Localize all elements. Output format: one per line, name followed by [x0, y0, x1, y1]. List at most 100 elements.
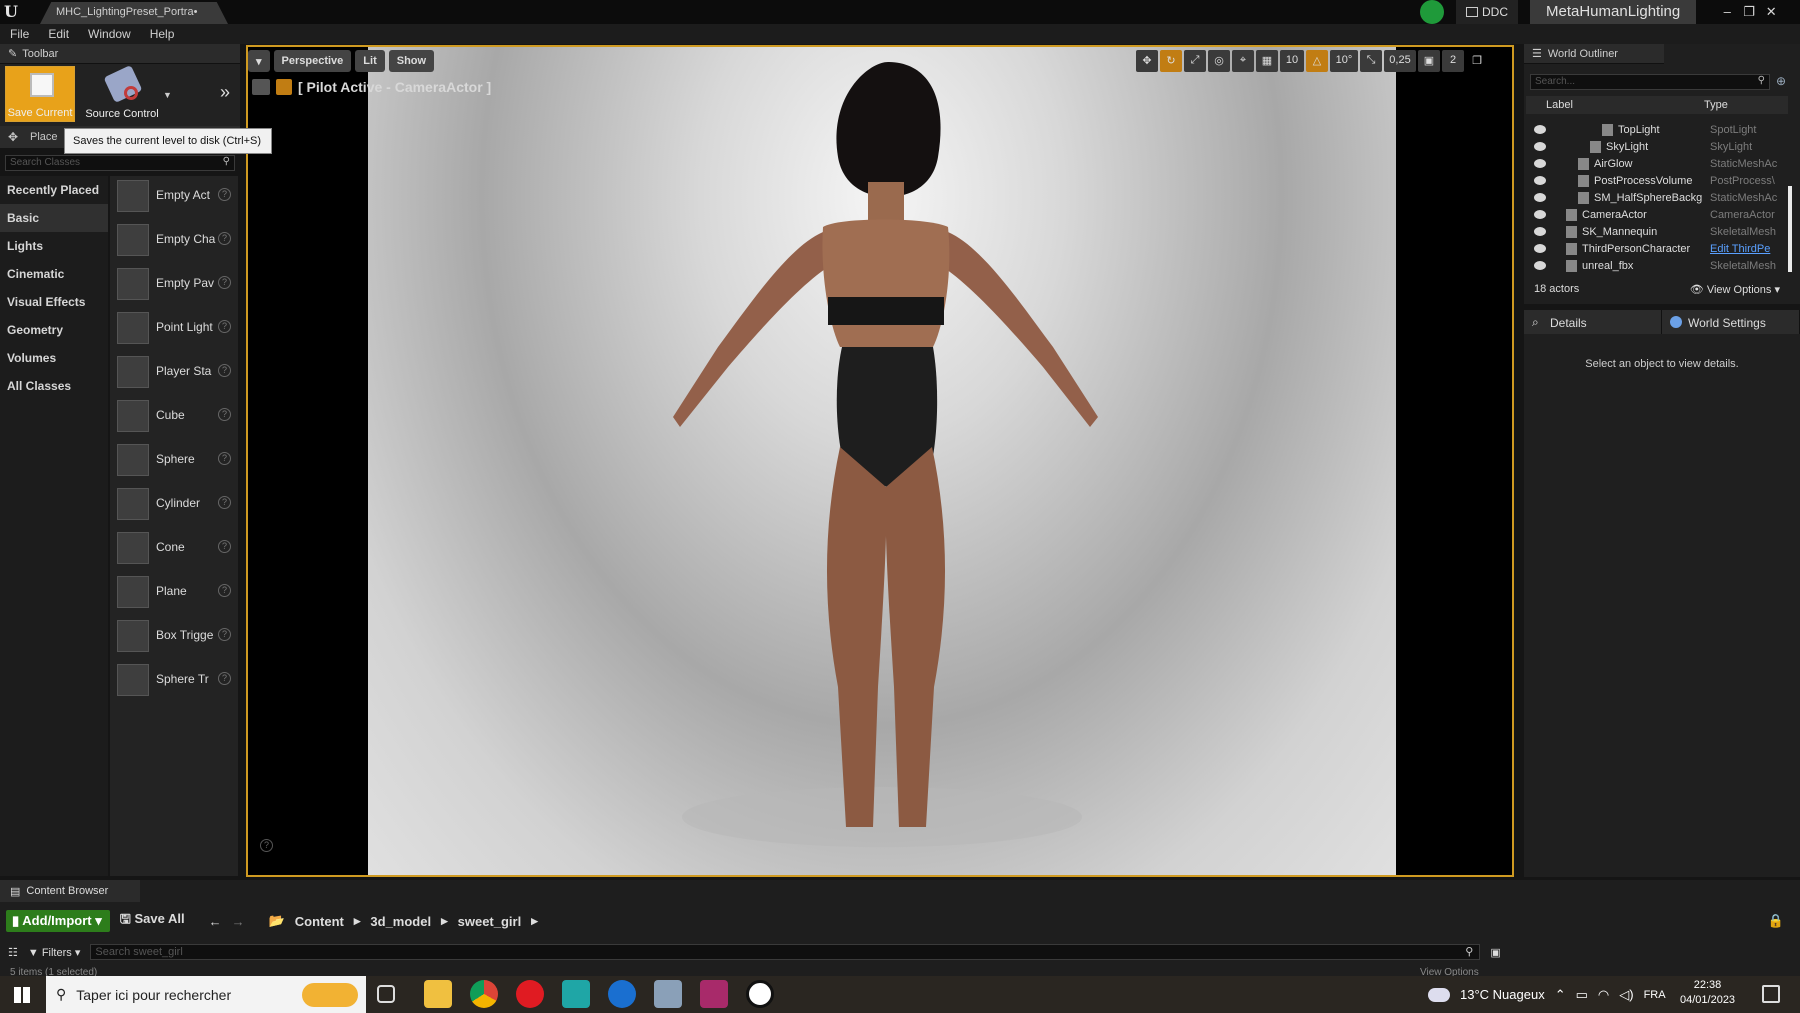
file-explorer-icon[interactable] — [424, 980, 452, 1008]
minimize-button[interactable]: – — [1716, 4, 1738, 20]
class-help-icon[interactable]: ? — [218, 540, 231, 553]
class-help-icon[interactable]: ? — [218, 276, 231, 289]
category-cinematic[interactable]: Cinematic — [0, 260, 108, 288]
outliner-view-options[interactable]: 👁 View Options ▾ — [1690, 283, 1780, 296]
unreal-engine-taskbar-icon[interactable] — [746, 980, 774, 1008]
content-browser-tab[interactable]: ▤ Content Browser — [0, 880, 140, 902]
tray-chevron-icon[interactable]: ⌃ — [1555, 987, 1566, 1003]
sources-toggle-icon[interactable]: ☷ — [8, 946, 18, 959]
class-help-icon[interactable]: ? — [218, 496, 231, 509]
weather-text[interactable]: 13°C Nuageux — [1460, 987, 1545, 1002]
menu-file[interactable]: File — [10, 27, 29, 41]
category-basic[interactable]: Basic — [0, 204, 108, 232]
surface-snap-icon[interactable]: ⌖ — [1232, 50, 1254, 72]
outliner-row[interactable]: unreal_fbx SkeletalMesh — [1526, 258, 1788, 275]
outliner-row[interactable]: TopLight SpotLight — [1526, 122, 1788, 139]
category-recently-placed[interactable]: Recently Placed — [0, 176, 108, 204]
ddc-indicator[interactable]: DDC — [1456, 0, 1518, 24]
place-class-item[interactable]: Empty Act? — [110, 176, 238, 216]
show-button[interactable]: Show — [388, 50, 435, 72]
tab-world-settings[interactable]: World Settings — [1662, 310, 1800, 334]
translate-icon[interactable]: ✥ — [1136, 50, 1158, 72]
level-viewport[interactable]: ? — [246, 45, 1514, 877]
col-type[interactable]: Type — [1704, 99, 1728, 111]
outliner-row[interactable]: SkyLight SkyLight — [1526, 139, 1788, 156]
breadcrumb-sweet-girl[interactable]: sweet_girl — [458, 914, 522, 929]
place-class-item[interactable]: Cylinder? — [110, 484, 238, 524]
notifications-icon[interactable] — [1762, 985, 1780, 1003]
source-control-button[interactable]: Source Control — [80, 64, 164, 122]
tab-details[interactable]: ⌕ Details — [1524, 310, 1662, 334]
camera-speed-icon[interactable]: ▣ — [1418, 50, 1440, 72]
rotate-icon[interactable]: ↻ — [1160, 50, 1182, 72]
class-help-icon[interactable]: ? — [218, 672, 231, 685]
source-control-status-icon[interactable] — [1420, 0, 1444, 24]
viewport-help-icon[interactable]: ? — [260, 839, 273, 852]
breadcrumb-content[interactable]: Content — [295, 914, 344, 929]
category-all-classes[interactable]: All Classes — [0, 372, 108, 400]
visibility-eye-icon[interactable] — [1534, 210, 1546, 219]
category-geometry[interactable]: Geometry — [0, 316, 108, 344]
menu-window[interactable]: Window — [88, 27, 131, 41]
level-tab[interactable]: MHC_LightingPreset_Portra• — [40, 2, 228, 24]
pilot-lock-icon[interactable] — [276, 79, 292, 95]
maya-icon[interactable] — [562, 980, 590, 1008]
perspective-button[interactable]: Perspective — [273, 50, 352, 72]
lit-button[interactable]: Lit — [355, 50, 385, 72]
outliner-scrollbar[interactable] — [1788, 186, 1792, 272]
place-class-item[interactable]: Player Sta? — [110, 352, 238, 392]
place-class-item[interactable]: Sphere Tr? — [110, 660, 238, 700]
class-help-icon[interactable]: ? — [218, 452, 231, 465]
ccleaner-icon[interactable] — [608, 980, 636, 1008]
menu-help[interactable]: Help — [150, 27, 175, 41]
save-all-button[interactable]: 🖫 Save All — [120, 910, 185, 932]
outliner-search-input[interactable]: Search... ⚲ — [1530, 74, 1770, 90]
close-button[interactable]: ✕ — [1760, 4, 1782, 20]
col-label[interactable]: Label — [1546, 99, 1696, 111]
grid-snap-icon[interactable]: ▦ — [1256, 50, 1278, 72]
visibility-eye-icon[interactable] — [1534, 159, 1546, 168]
menu-edit[interactable]: Edit — [48, 27, 69, 41]
clock[interactable]: 22:38 04/01/2023 — [1680, 978, 1735, 1008]
eject-icon[interactable] — [252, 79, 270, 95]
rotation-snap-value[interactable]: 10° — [1330, 50, 1358, 72]
grid-snap-value[interactable]: 10 — [1280, 50, 1304, 72]
place-class-item[interactable]: Empty Pav? — [110, 264, 238, 304]
place-class-item[interactable]: Cube? — [110, 396, 238, 436]
rotation-snap-icon[interactable]: △ — [1306, 50, 1328, 72]
viewport-options-button[interactable]: ▾ — [248, 50, 270, 72]
visibility-eye-icon[interactable] — [1534, 261, 1546, 270]
category-volumes[interactable]: Volumes — [0, 344, 108, 372]
language-indicator[interactable]: FRA — [1644, 989, 1666, 1001]
back-arrow-icon[interactable]: ← — [209, 914, 222, 929]
class-help-icon[interactable]: ? — [218, 188, 231, 201]
outliner-row[interactable]: PostProcessVolume PostProcess\ — [1526, 173, 1788, 190]
volume-icon[interactable]: ◁) — [1619, 987, 1633, 1003]
maximize-button[interactable]: ❐ — [1738, 4, 1760, 20]
toolbar-expand-icon[interactable]: » — [220, 82, 230, 103]
world-local-icon[interactable]: ◎ — [1208, 50, 1230, 72]
class-help-icon[interactable]: ? — [218, 232, 231, 245]
source-control-dropdown-icon[interactable]: ▼ — [163, 90, 172, 100]
visibility-eye-icon[interactable] — [1534, 244, 1546, 253]
winrar-icon[interactable] — [700, 980, 728, 1008]
viewport-scene[interactable] — [368, 47, 1396, 875]
forward-arrow-icon[interactable]: → — [232, 914, 245, 929]
add-import-button[interactable]: ▮ Add/Import ▾ — [6, 910, 110, 932]
save-search-icon[interactable]: ▣ — [1490, 946, 1500, 959]
class-help-icon[interactable]: ? — [218, 628, 231, 641]
class-help-icon[interactable]: ? — [218, 364, 231, 377]
scale-snap-value[interactable]: 0,25 — [1384, 50, 1416, 72]
place-class-item[interactable]: Cone? — [110, 528, 238, 568]
outliner-add-icon[interactable]: ⊕ — [1776, 74, 1786, 88]
search-classes-input[interactable]: Search Classes ⚲ — [5, 155, 235, 171]
category-visual-effects[interactable]: Visual Effects — [0, 288, 108, 316]
unreal-logo-icon[interactable]: U — [4, 2, 26, 22]
visibility-eye-icon[interactable] — [1534, 193, 1546, 202]
scale-icon[interactable]: ⤢ — [1184, 50, 1206, 72]
place-class-item[interactable]: Point Light? — [110, 308, 238, 348]
toolbar-tab[interactable]: ✎ Toolbar — [0, 44, 240, 64]
world-outliner-tab[interactable]: ☰ World Outliner — [1524, 44, 1664, 64]
opera-icon[interactable] — [516, 980, 544, 1008]
content-search-input[interactable]: Search sweet_girl ⚲ — [90, 944, 1481, 960]
